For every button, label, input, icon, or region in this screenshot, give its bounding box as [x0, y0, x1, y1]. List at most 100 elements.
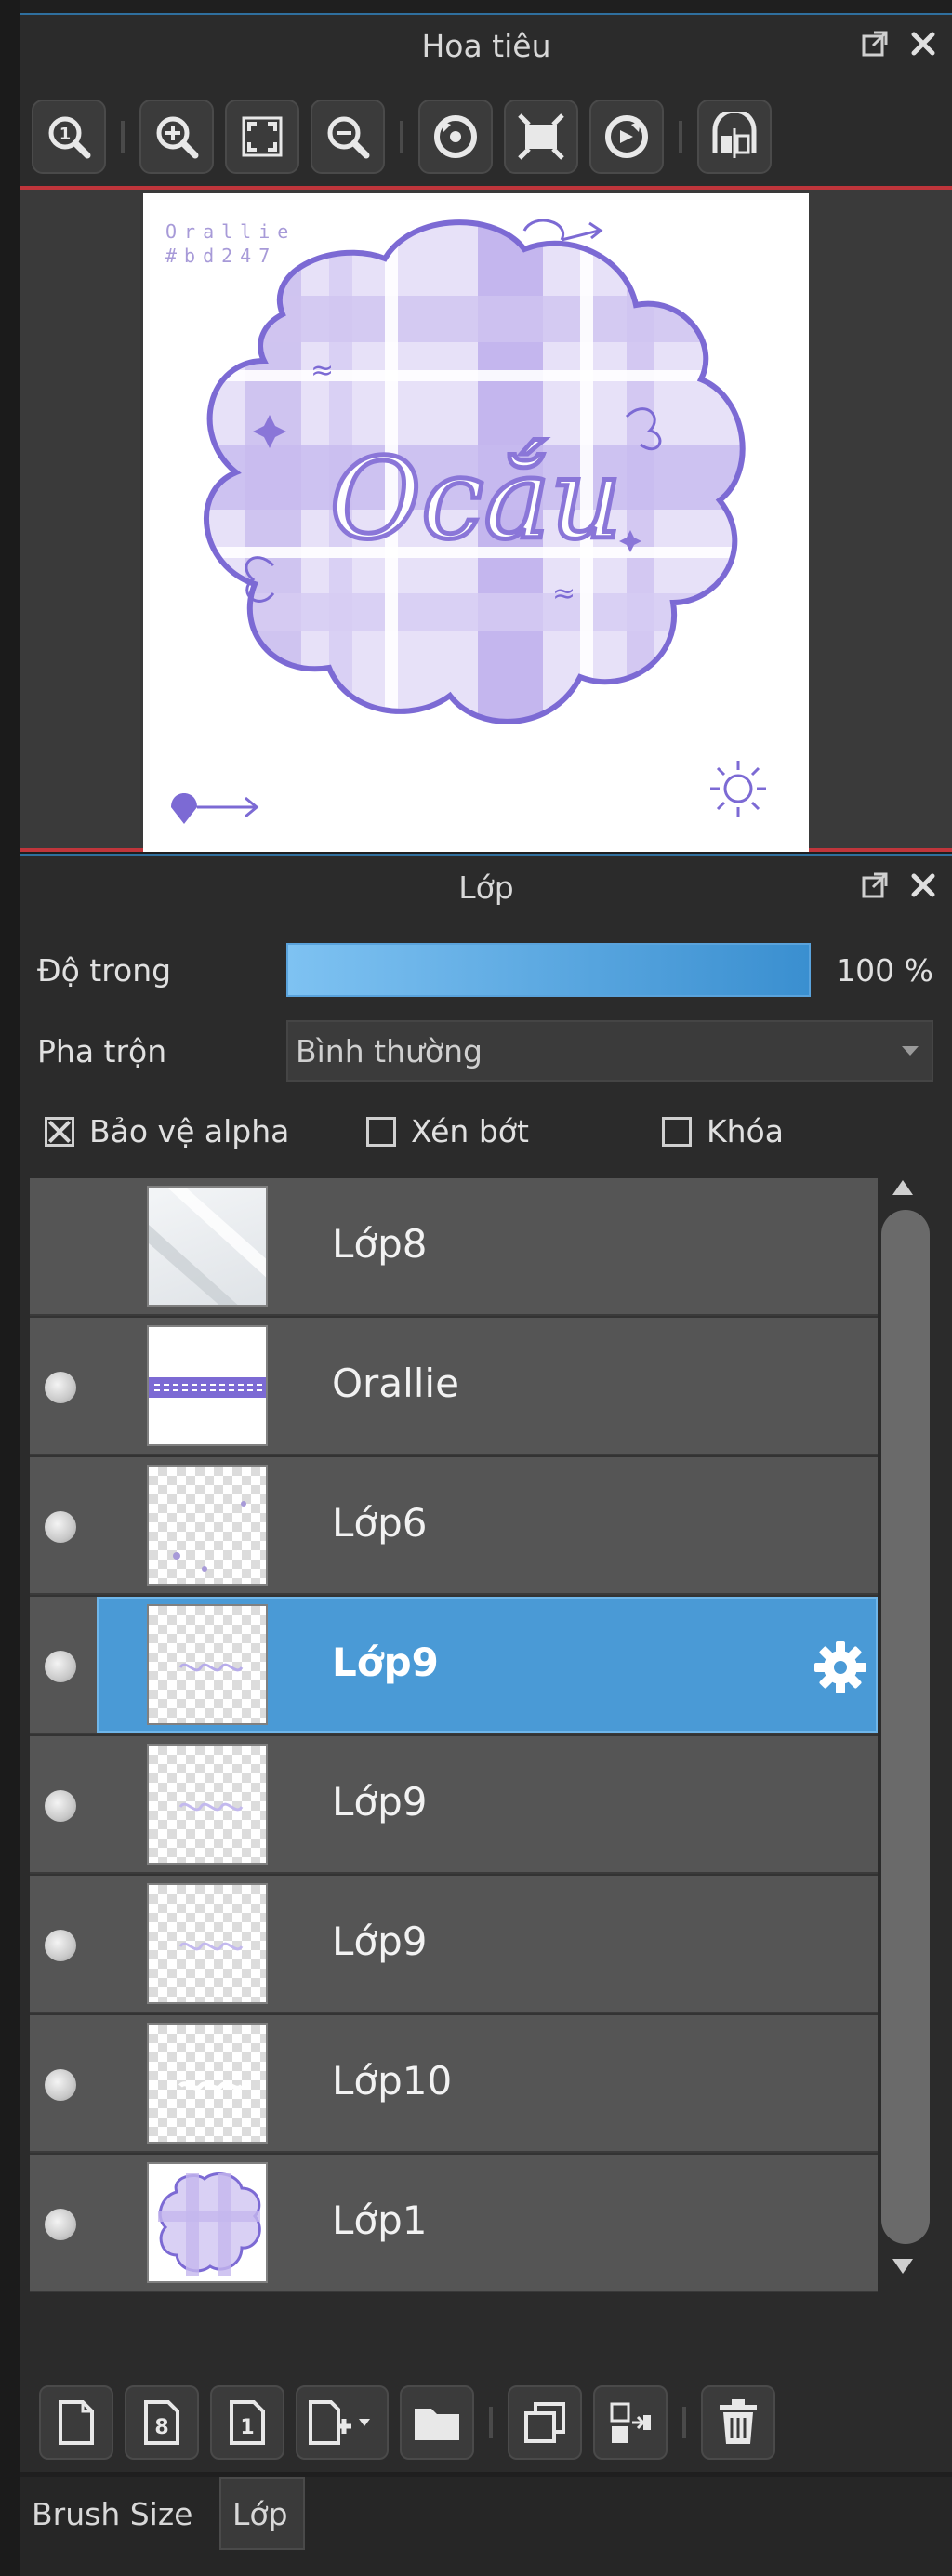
layer-list-scrollbar[interactable] [878, 1178, 933, 2276]
toolbar-separator [400, 121, 403, 153]
artwork-signature-line2: #bd247 [165, 245, 277, 267]
layer-thumbnail [147, 1604, 268, 1725]
layer-row-selected[interactable]: Lớp9 [30, 1597, 878, 1734]
navigator-panel: Hoa tiêu 1 Orallie #bd247 Ocắu ≈ ≈ [20, 13, 952, 852]
layers-panel: Lớp Độ trong 100 % Pha trộn Bình thường … [20, 854, 952, 2472]
layer-name: Lớp10 [332, 2058, 453, 2104]
blend-row: Pha trộn Bình thường [37, 1020, 933, 1082]
layer-row[interactable]: Lớp1 [30, 2155, 878, 2292]
layer-row[interactable]: Lớp10 [30, 2015, 878, 2153]
zoom-actual-icon[interactable]: 1 [32, 100, 106, 174]
artwork-preview: Orallie #bd247 Ocắu ≈ ≈ [143, 193, 809, 852]
lock-label: Khóa [707, 1113, 784, 1149]
checkbox-unchecked-icon [662, 1116, 692, 1147]
scroll-down-arrow-icon[interactable] [892, 2259, 913, 2274]
add-layer-menu-icon[interactable] [296, 2385, 389, 2460]
layer-list: Lớp8 Orallie Lớp6 Lớp9 Lớp9 Lớp9 Lớp10 L… [30, 1178, 878, 2292]
blend-mode-select[interactable]: Bình thường [286, 1020, 933, 1082]
opacity-value: 100 % [836, 951, 933, 989]
lock-checkbox[interactable]: Khóa [662, 1113, 784, 1149]
toolbar-separator [489, 2407, 493, 2438]
new-layer-icon[interactable] [39, 2385, 113, 2460]
layer-thumbnail [147, 2162, 268, 2283]
layer-row[interactable]: Lớp8 [30, 1178, 878, 1316]
tab-layers[interactable]: Lớp [219, 2477, 305, 2550]
navigator-toolbar: 1 [32, 95, 783, 179]
layer-name: Lớp9 [332, 1919, 428, 1964]
protect-alpha-checkbox[interactable]: Bảo vệ alpha [45, 1113, 289, 1149]
artwork-signature-line1: Orallie [165, 220, 296, 243]
layer-name: Lớp9 [332, 1779, 428, 1825]
layer-thumbnail [147, 1744, 268, 1865]
visibility-dot-icon[interactable] [45, 1511, 76, 1543]
zoom-in-icon[interactable] [139, 100, 214, 174]
layer-row[interactable]: Lớp6 [30, 1457, 878, 1595]
new-8bit-layer-icon[interactable]: 8 [125, 2385, 199, 2460]
rotate-left-icon[interactable] [418, 100, 493, 174]
layer-row[interactable]: Lớp9 [30, 1876, 878, 2013]
trash-icon[interactable] [701, 2385, 775, 2460]
visibility-dot-icon[interactable] [45, 1651, 76, 1682]
visibility-dot-icon[interactable] [45, 1790, 76, 1822]
scrollbar-thumb[interactable] [881, 1210, 930, 2244]
merge-down-icon[interactable] [593, 2385, 668, 2460]
toolbar-separator [682, 2407, 686, 2438]
blend-mode-value: Bình thường [296, 1032, 483, 1069]
chevron-down-icon [902, 1046, 919, 1056]
zoom-out-icon[interactable] [311, 100, 385, 174]
checkbox-unchecked-icon [366, 1116, 396, 1147]
tab-brush-size[interactable]: Brush Size [20, 2477, 218, 2550]
visibility-dot-icon[interactable] [45, 1930, 76, 1961]
flip-icon[interactable] [697, 100, 772, 174]
opacity-slider[interactable] [286, 943, 811, 997]
layer-thumbnail [147, 1465, 268, 1586]
panel-tabs: Brush Size Lớp [20, 2477, 952, 2576]
fill-screen-icon[interactable] [504, 100, 578, 174]
artwork-word: Ocắu [330, 435, 622, 564]
left-edge-strip [0, 0, 20, 2576]
gear-icon[interactable] [811, 1638, 870, 1697]
layer-row[interactable]: Orallie [30, 1318, 878, 1455]
layer-thumbnail [147, 1186, 268, 1307]
duplicate-layer-icon[interactable] [508, 2385, 582, 2460]
layer-toolbar: 8 1 [39, 2383, 787, 2462]
navigator-preview[interactable]: Orallie #bd247 Ocắu ≈ ≈ [20, 186, 952, 852]
layer-thumbnail [147, 1325, 268, 1446]
svg-text:1: 1 [60, 125, 72, 144]
layer-name: Lớp6 [332, 1500, 428, 1546]
svg-text:8: 8 [154, 2416, 168, 2439]
folder-icon[interactable] [400, 2385, 474, 2460]
artwork-squiggle: ≈ [311, 354, 334, 387]
toolbar-separator [679, 121, 682, 153]
navigator-title: Hoa tiêu [421, 27, 551, 64]
layers-title: Lớp [458, 869, 514, 906]
close-icon[interactable] [907, 870, 939, 901]
protect-alpha-label: Bảo vệ alpha [89, 1113, 290, 1149]
checkbox-checked-icon [45, 1116, 74, 1147]
toolbar-separator [121, 121, 125, 153]
layer-name: Lớp1 [332, 2198, 428, 2243]
visibility-dot-icon[interactable] [45, 1372, 76, 1403]
scroll-up-arrow-icon[interactable] [892, 1180, 913, 1195]
layer-options: Bảo vệ alpha Xén bớt Khóa [45, 1106, 933, 1158]
opacity-label: Độ trong [37, 951, 172, 989]
blend-label: Pha trộn [37, 1032, 167, 1069]
navigator-title-bar[interactable]: Hoa tiêu [20, 15, 952, 76]
layer-thumbnail [147, 2023, 268, 2144]
layer-row[interactable]: Lớp9 [30, 1736, 878, 1874]
close-icon[interactable] [907, 28, 939, 60]
visibility-dot-icon[interactable] [45, 2069, 76, 2101]
popout-icon[interactable] [859, 870, 891, 901]
layer-name: Lớp8 [332, 1221, 428, 1267]
artwork-squiggle: ≈ [552, 578, 575, 610]
clipping-checkbox[interactable]: Xén bớt [366, 1113, 529, 1149]
fit-icon[interactable] [225, 100, 299, 174]
opacity-row: Độ trong 100 % [37, 942, 933, 998]
visibility-dot-icon[interactable] [45, 2209, 76, 2240]
new-1bit-layer-icon[interactable]: 1 [210, 2385, 284, 2460]
popout-icon[interactable] [859, 28, 891, 60]
layers-title-bar[interactable]: Lớp [20, 856, 952, 918]
rotate-right-icon[interactable] [589, 100, 664, 174]
layer-name: Orallie [332, 1361, 459, 1406]
clipping-label: Xén bớt [411, 1113, 529, 1149]
